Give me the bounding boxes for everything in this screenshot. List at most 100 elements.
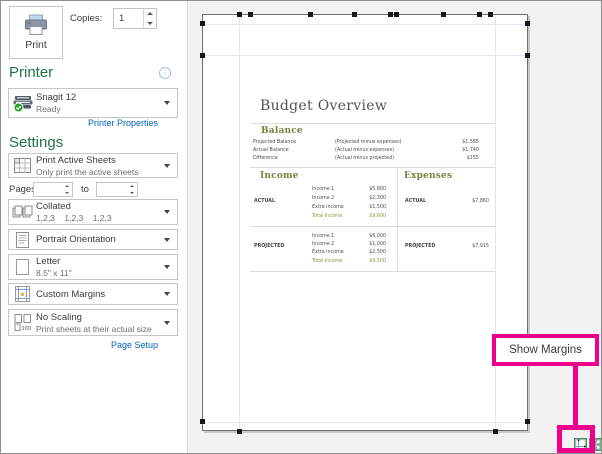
pages-to-input[interactable] <box>97 183 126 196</box>
spinner-down-icon <box>130 191 134 194</box>
custom-margins-icon: ★ <box>9 286 36 302</box>
expenses-group-name: PROJECTED <box>405 244 436 249</box>
page-setup-link[interactable]: Page Setup <box>111 340 158 350</box>
margin-handle[interactable] <box>237 429 242 434</box>
printer-properties-link[interactable]: Printer Properties <box>88 118 158 128</box>
svg-text:100: 100 <box>21 326 31 331</box>
pages-range-row: Pages: to <box>1 182 187 197</box>
callout-highlight-box <box>557 425 595 453</box>
copies-field <box>113 8 157 29</box>
income-row-value: $2,300 <box>369 196 386 201</box>
dropdown-caret-icon <box>164 265 170 269</box>
margin-handle[interactable] <box>488 12 493 17</box>
margin-handle[interactable] <box>477 12 482 17</box>
paper-size-sublabel: 8.5" x 11" <box>36 268 72 278</box>
spinner-up-icon <box>130 185 134 188</box>
spinner-up-icon <box>147 12 153 16</box>
margin-handle[interactable] <box>525 21 530 26</box>
active-sheets-icon <box>9 158 36 173</box>
copies-label: Copies: <box>70 13 103 24</box>
copies-spinner-down-button[interactable] <box>144 19 156 29</box>
pages-to-field <box>96 182 138 197</box>
margin-line[interactable] <box>239 15 240 430</box>
income-row-label: Income 1 <box>312 187 335 192</box>
pages-from-field <box>33 182 73 197</box>
expenses-value: $7,860 <box>472 199 489 204</box>
pages-to-down-button[interactable] <box>127 190 137 197</box>
copies-input[interactable] <box>114 9 142 28</box>
divider <box>250 271 495 272</box>
print-button-label: Print <box>25 39 47 51</box>
svg-text:★: ★ <box>19 291 25 299</box>
divider <box>250 123 495 124</box>
income-row-label: Income 2 <box>312 196 335 201</box>
pages-from-input[interactable] <box>34 183 61 196</box>
balance-row-label: Projected Balance <box>253 140 297 145</box>
print-button[interactable]: Print <box>9 6 63 59</box>
spinner-down-icon <box>147 21 153 25</box>
scaling-label: No Scaling <box>36 311 82 323</box>
margin-line[interactable] <box>495 15 496 430</box>
print-what-label: Print Active Sheets <box>36 154 116 166</box>
margin-handle[interactable] <box>308 12 313 17</box>
margin-handle[interactable] <box>200 53 205 58</box>
paper-size-dropdown[interactable]: Letter 8.5" x 11" <box>8 254 178 280</box>
divider <box>250 226 495 227</box>
no-scaling-icon: 100 <box>9 314 36 331</box>
copies-spinner <box>143 9 156 28</box>
expenses-group-name: ACTUAL <box>405 199 427 204</box>
income-total-value: $9,600 <box>369 214 386 219</box>
margin-handle[interactable] <box>493 429 498 434</box>
income-row-value: $6,000 <box>369 234 386 239</box>
printer-dropdown[interactable]: Snagit 12 Ready <box>8 88 178 118</box>
printer-status: Ready <box>36 104 61 114</box>
callout-connector-line <box>573 365 578 425</box>
spinner-up-icon <box>65 185 69 188</box>
margin-handle[interactable] <box>388 12 393 17</box>
settings-heading: Settings <box>9 134 64 151</box>
collation-sublabel: 1,2,3 1,2,3 1,2,3 <box>36 213 112 223</box>
spinner-down-icon <box>65 191 69 194</box>
printer-name: Snagit 12 <box>36 92 77 103</box>
balance-row-formula: (Projected minus expenses) <box>335 140 402 145</box>
collation-label: Collated <box>36 201 71 212</box>
margin-handle[interactable] <box>237 12 242 17</box>
dropdown-caret-icon <box>164 101 170 105</box>
excel-print-backstage: Print Copies: Printer i <box>0 0 602 454</box>
margin-handle[interactable] <box>441 12 446 17</box>
margin-line[interactable] <box>203 422 527 423</box>
collation-dropdown[interactable]: Collated 1,2,3 1,2,3 1,2,3 <box>8 199 178 225</box>
print-icon <box>25 14 47 35</box>
margins-dropdown[interactable]: ★ Custom Margins <box>8 283 178 305</box>
scaling-sublabel: Print sheets at their actual size <box>36 323 152 334</box>
income-heading: Income <box>260 171 299 181</box>
margin-handle[interactable] <box>525 419 530 424</box>
margin-handle[interactable] <box>525 53 530 58</box>
balance-row-label: Actual Balance <box>253 148 289 153</box>
scaling-dropdown[interactable]: 100 No Scaling Print sheets at their act… <box>8 309 178 336</box>
printer-heading: Printer <box>9 64 54 81</box>
portrait-orientation-icon <box>9 231 36 248</box>
orientation-label: Portrait Orientation <box>36 234 116 245</box>
margin-handle[interactable] <box>248 12 253 17</box>
margin-line[interactable] <box>203 55 527 56</box>
balance-row-value: $155 <box>466 156 479 161</box>
printer-device-icon <box>9 94 36 113</box>
balance-row-label: Difference <box>253 156 278 161</box>
orientation-dropdown[interactable]: Portrait Orientation <box>8 229 178 250</box>
income-group-name: ACTUAL <box>254 199 276 204</box>
margin-line[interactable] <box>203 24 527 25</box>
copies-spinner-up-button[interactable] <box>144 9 156 19</box>
info-icon[interactable]: i <box>159 67 171 79</box>
income-row-label: Income 1 <box>312 234 335 239</box>
margins-label: Custom Margins <box>36 288 106 300</box>
margin-handle[interactable] <box>352 12 357 17</box>
pages-from-down-button[interactable] <box>62 190 72 197</box>
dropdown-caret-icon <box>164 163 170 168</box>
margin-handle[interactable] <box>394 12 399 17</box>
margin-handle[interactable] <box>200 419 205 424</box>
margin-handle[interactable] <box>200 21 205 26</box>
letter-paper-icon <box>9 259 36 275</box>
print-what-dropdown[interactable]: Print Active Sheets Only print the activ… <box>8 153 178 178</box>
expenses-value: $7,915 <box>472 244 489 249</box>
